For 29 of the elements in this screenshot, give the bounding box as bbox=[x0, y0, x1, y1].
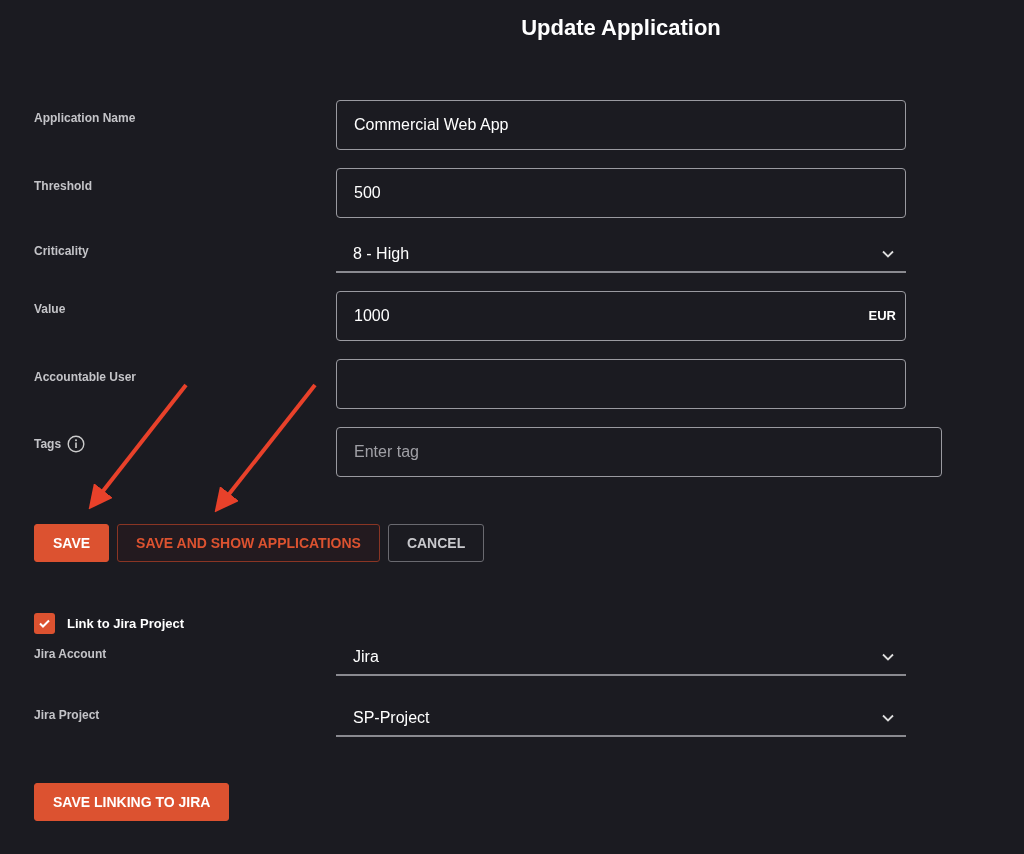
save-button[interactable]: SAVE bbox=[34, 524, 110, 562]
input-field[interactable]: 500 bbox=[336, 168, 906, 218]
field-label: Jira Project bbox=[34, 707, 100, 724]
chevron-down-icon bbox=[882, 249, 894, 258]
info-icon[interactable] bbox=[67, 435, 86, 453]
checkbox[interactable] bbox=[34, 613, 55, 634]
chevron-down-icon bbox=[882, 713, 894, 722]
input-field[interactable]: Commercial Web App bbox=[336, 100, 906, 150]
checkbox-label: Link to Jira Project bbox=[67, 614, 185, 633]
field-label: Criticality bbox=[34, 243, 89, 260]
field-label: Application Name bbox=[34, 110, 136, 127]
input-field[interactable]: 1000 EUR bbox=[336, 291, 906, 341]
dropdown-select[interactable]: SP-Project bbox=[336, 700, 906, 737]
input-field[interactable] bbox=[336, 359, 906, 409]
field-label: Accountable User bbox=[34, 369, 137, 386]
save-button[interactable]: SAVE LINKING TO JIRA bbox=[34, 783, 230, 821]
dropdown-select[interactable]: 8 - High bbox=[336, 236, 906, 273]
field-label: Threshold bbox=[34, 178, 92, 195]
cancel-button[interactable]: CANCEL bbox=[387, 524, 485, 562]
tag-input-field[interactable]: Enter tag bbox=[336, 427, 942, 477]
field-label: Value bbox=[34, 301, 66, 318]
dropdown-select[interactable]: Jira bbox=[336, 639, 906, 676]
currency-suffix: EUR bbox=[868, 307, 896, 326]
field-label: Jira Account bbox=[34, 646, 107, 663]
check-icon bbox=[39, 619, 50, 628]
field-label: Tags bbox=[34, 436, 62, 453]
page-title: Update Application bbox=[520, 14, 722, 42]
save-button[interactable]: SAVE AND SHOW APPLICATIONS bbox=[117, 524, 380, 562]
chevron-down-icon bbox=[882, 652, 894, 661]
